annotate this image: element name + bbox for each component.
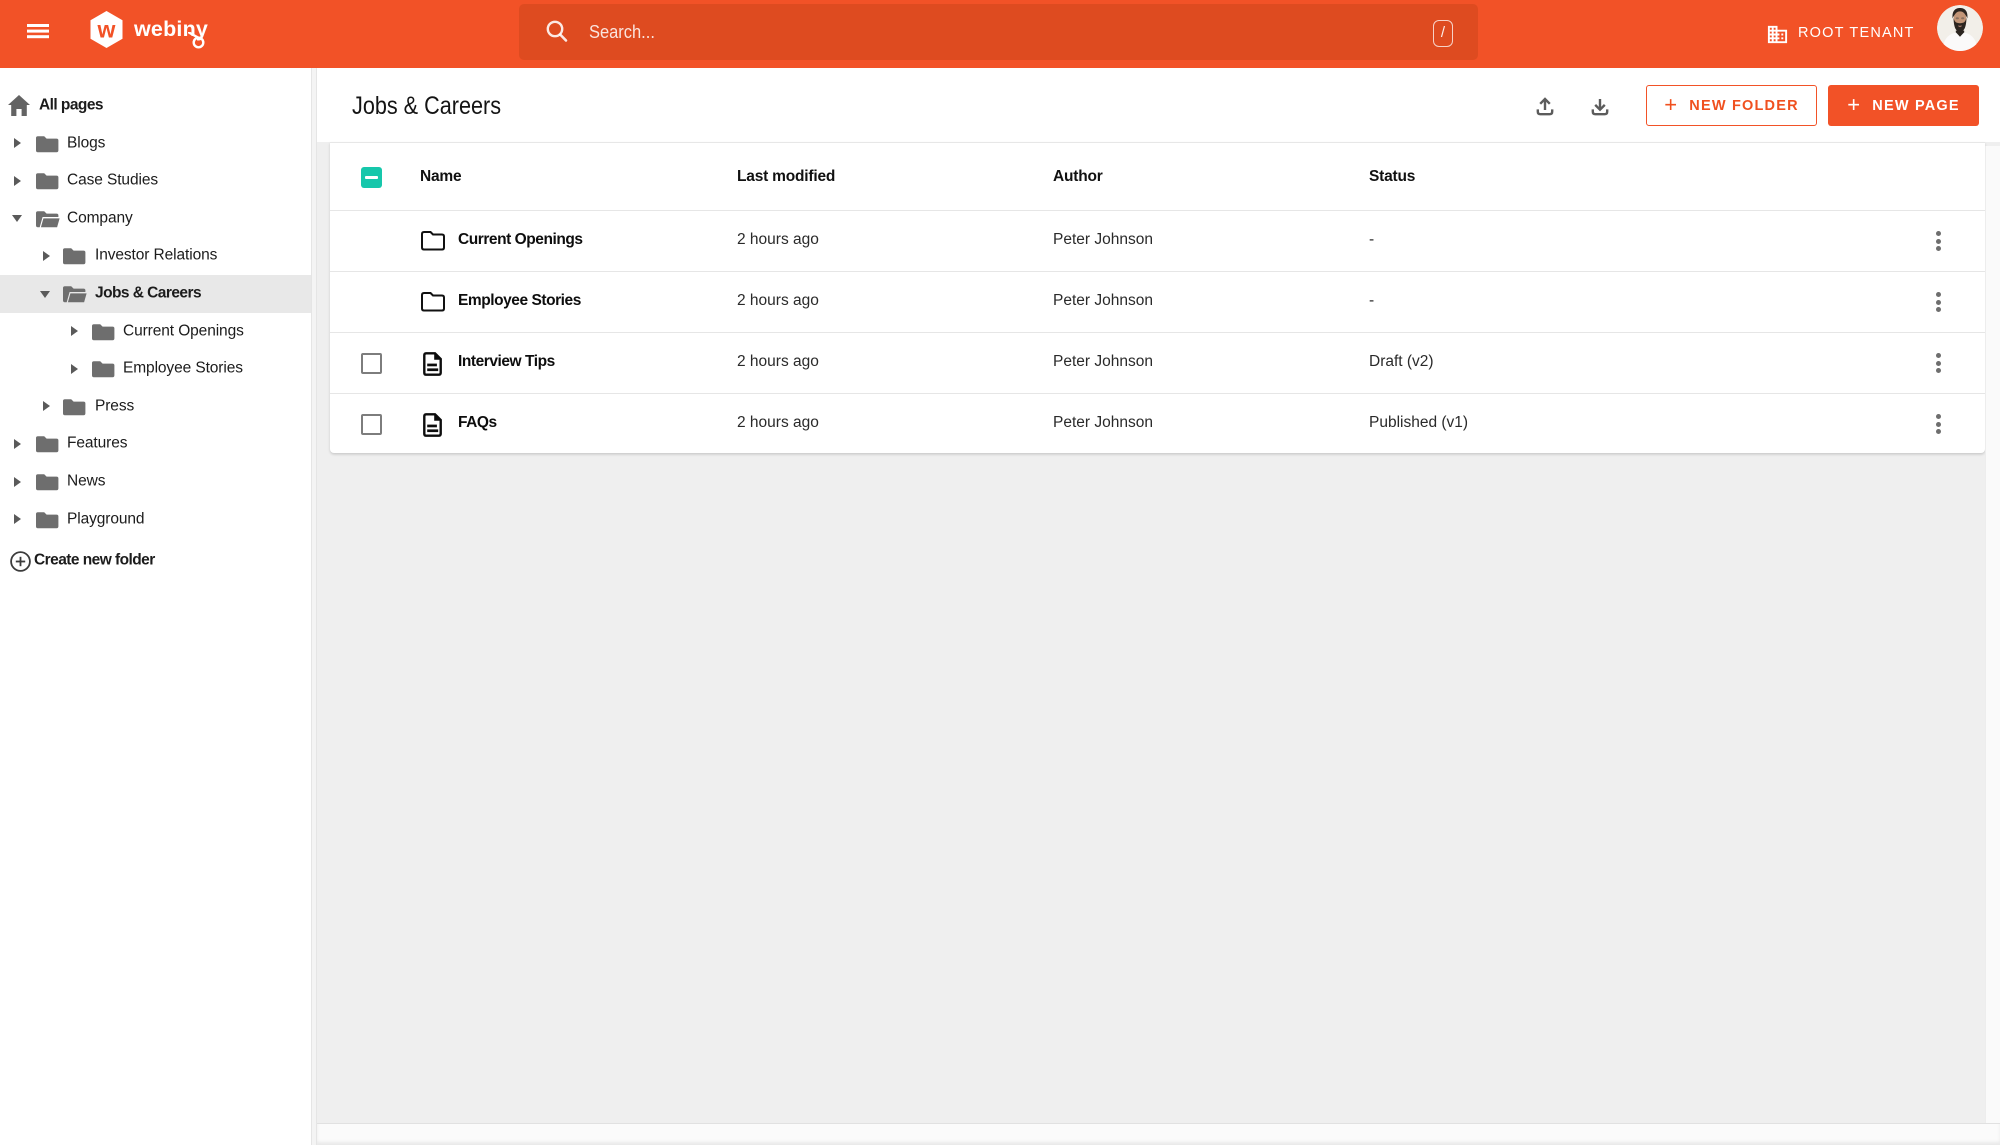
svg-text:w: w xyxy=(97,17,116,43)
